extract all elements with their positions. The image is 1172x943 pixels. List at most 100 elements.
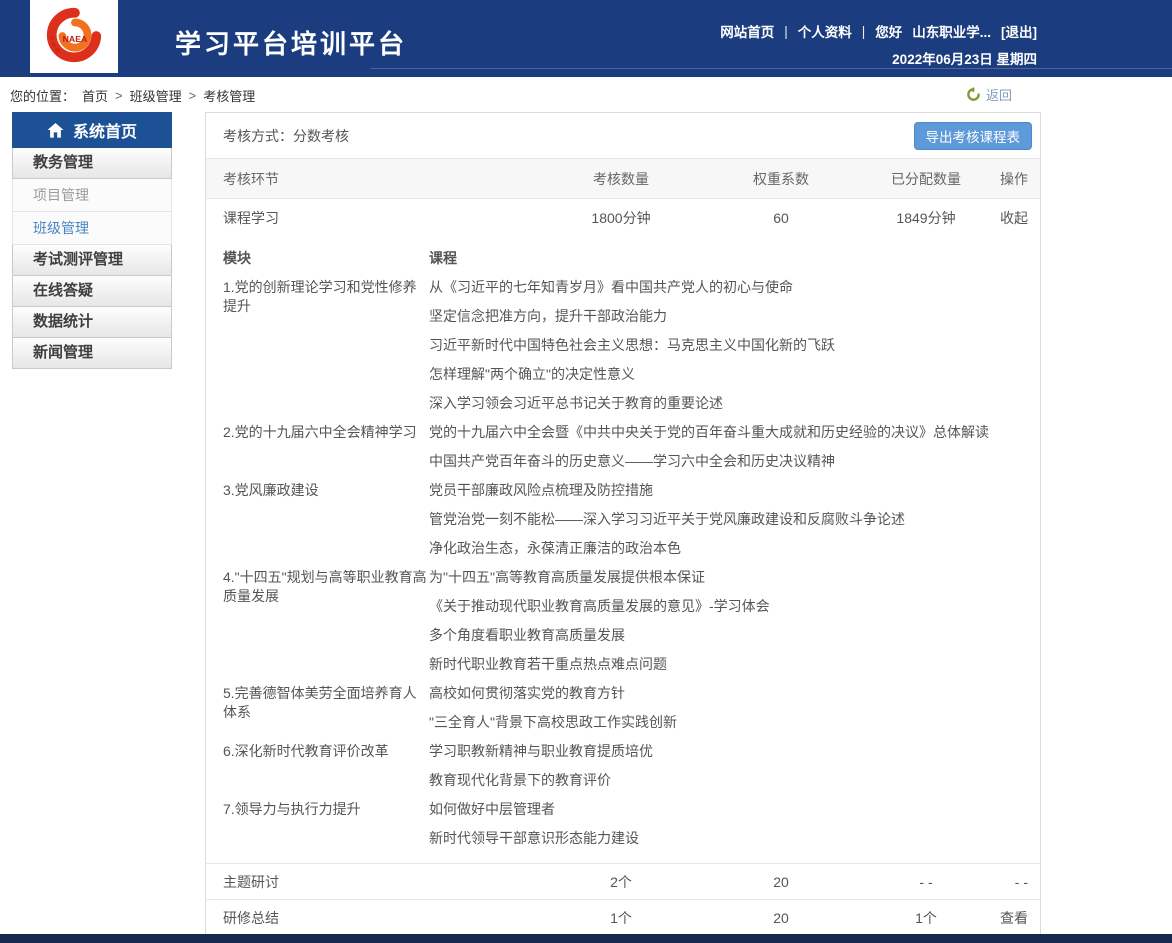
logo-swirl-icon: NAEA: [41, 6, 107, 68]
table-row-主题研讨: 主题研讨2个20- -- -: [206, 863, 1040, 899]
column-header-5: 操作: [996, 169, 1040, 189]
row-quantity: 1800分钟: [536, 208, 706, 228]
course-study-row: 课程学习 1800分钟 60 1849分钟 收起: [206, 199, 1040, 237]
header-nav: 网站首页|个人资料|您好山东职业学...[退出]: [720, 21, 1037, 41]
module-name: 2.党的十九届六中全会精神学习: [206, 418, 429, 476]
course-list: 从《习近平的七年知青岁月》看中国共产党人的初心与使命坚定信念把准方向，提升干部政…: [429, 273, 1040, 418]
row-name: 课程学习: [206, 208, 536, 228]
back-arrow-icon: [966, 87, 981, 102]
sidebar-item-banji-guanli[interactable]: 班级管理: [12, 212, 172, 245]
main-panel: 考核方式： 分数考核 导出考核课程表 考核环节考核数量权重系数已分配数量操作 课…: [205, 112, 1041, 936]
module-row-3: 3.党风廉政建设党员干部廉政风险点梳理及防控措施管党治党一刻不能松——深入学习习…: [206, 476, 1040, 563]
course-item: 新时代职业教育若干重点热点难点问题: [429, 650, 1040, 679]
logout-link[interactable]: [退出]: [1001, 21, 1037, 41]
row-name: 研修总结: [206, 908, 536, 928]
course-list: 为"十四五"高等教育高质量发展提供根本保证《关于推动现代职业教育高质量发展的意见…: [429, 563, 1040, 679]
course-item: 怎样理解"两个确立"的决定性意义: [429, 360, 1040, 389]
course-item: 教育现代化背景下的教育评价: [429, 766, 1040, 795]
footer-bar: [0, 934, 1172, 943]
sidebar-item-jiaowu-guanli[interactable]: 教务管理: [12, 148, 172, 179]
course-list: 党的十九届六中全会暨《中共中央关于党的百年奋斗重大成就和历史经验的决议》总体解读…: [429, 418, 1040, 476]
course-list: 如何做好中层管理者新时代领导干部意识形态能力建设: [429, 795, 1040, 853]
course-item: 管党治党一刻不能松——深入学习习近平关于党风廉政建设和反腐败斗争论述: [429, 505, 1040, 534]
course-item: 学习职教新精神与职业教育提质培优: [429, 737, 1040, 766]
greeting-text: 您好: [875, 21, 902, 41]
module-row-6: 6.深化新时代教育评价改革学习职教新精神与职业教育提质培优教育现代化背景下的教育…: [206, 737, 1040, 795]
breadcrumb-label: 您的位置：: [10, 86, 75, 105]
back-label: 返回: [986, 85, 1012, 104]
sidebar-item-xiangmu-guanli[interactable]: 项目管理: [12, 179, 172, 212]
home-icon: [47, 123, 64, 138]
course-item: 坚定信念把准方向，提升干部政治能力: [429, 302, 1040, 331]
row-assigned: 1个: [856, 908, 996, 928]
module-row-1: 1.党的创新理论学习和党性修养提升从《习近平的七年知青岁月》看中国共产党人的初心…: [206, 273, 1040, 418]
assess-mode-value: 分数考核: [293, 126, 349, 146]
course-list: 学习职教新精神与职业教育提质培优教育现代化背景下的教育评价: [429, 737, 1040, 795]
module-name: 1.党的创新理论学习和党性修养提升: [206, 273, 429, 418]
module-name: 5.完善德智体美劳全面培养育人体系: [206, 679, 429, 737]
header-top-nav: 网站首页|个人资料|您好山东职业学...[退出] 2022年06月23日 星期四: [720, 21, 1037, 68]
course-item: 多个角度看职业教育高质量发展: [429, 621, 1040, 650]
course-item: 中国共产党百年奋斗的历史意义——学习六中全会和历史决议精神: [429, 447, 1040, 476]
detail-header-row: 模块 课程: [206, 244, 1040, 273]
row-assigned: - -: [856, 874, 996, 890]
row-quantity: 1个: [536, 908, 706, 928]
course-item: 深入学习领会习近平总书记关于教育的重要论述: [429, 389, 1040, 418]
app-header: NAEA 学习平台培训平台 网站首页|个人资料|您好山东职业学...[退出] 2…: [0, 0, 1172, 77]
breadcrumb-separator: >: [189, 88, 197, 103]
module-rows: 1.党的创新理论学习和党性修养提升从《习近平的七年知青岁月》看中国共产党人的初心…: [206, 273, 1040, 853]
breadcrumb-item-3[interactable]: 考核管理: [203, 86, 255, 105]
row-name: 主题研讨: [206, 872, 536, 892]
course-list: 高校如何贯彻落实党的教育方针"三全育人"背景下高校思政工作实践创新: [429, 679, 1040, 737]
module-row-2: 2.党的十九届六中全会精神学习党的十九届六中全会暨《中共中央关于党的百年奋斗重大…: [206, 418, 1040, 476]
row-action[interactable]: 查看: [996, 908, 1040, 928]
course-item: 新时代领导干部意识形态能力建设: [429, 824, 1040, 853]
course-item: 为"十四五"高等教育高质量发展提供根本保证: [429, 563, 1040, 592]
module-name: 4."十四五"规划与高等职业教育高质量发展: [206, 563, 429, 679]
nav-link-1[interactable]: 网站首页: [720, 21, 774, 41]
breadcrumb-items: 首页 > 班级管理 > 考核管理: [82, 86, 255, 105]
sidebar-item-zaixian-dayi[interactable]: 在线答疑: [12, 276, 172, 307]
row-assigned: 1849分钟: [856, 208, 996, 228]
sidebar-item-kaoshi-ceping-guanli[interactable]: 考试测评管理: [12, 245, 172, 276]
course-item: 党员干部廉政风险点梳理及防控措施: [429, 476, 1040, 505]
course-item: 党的十九届六中全会暨《中共中央关于党的百年奋斗重大成就和历史经验的决议》总体解读: [429, 418, 1040, 447]
sidebar-home-label: 系统首页: [73, 118, 137, 142]
breadcrumb-item-2[interactable]: 班级管理: [130, 86, 182, 105]
course-item: 从《习近平的七年知青岁月》看中国共产党人的初心与使命: [429, 273, 1040, 302]
course-item: 《关于推动现代职业教育高质量发展的意见》-学习体会: [429, 592, 1040, 621]
course-item: 习近平新时代中国特色社会主义思想：马克思主义中国化新的飞跃: [429, 331, 1040, 360]
sidebar-item-shuju-tongji[interactable]: 数据统计: [12, 307, 172, 338]
breadcrumb-item-1[interactable]: 首页: [82, 86, 108, 105]
column-header-1: 考核环节: [206, 169, 536, 189]
sidebar-item-home[interactable]: 系统首页: [12, 112, 172, 148]
row-weight: 20: [706, 874, 856, 890]
breadcrumb-separator: >: [115, 88, 123, 103]
column-header-2: 考核数量: [536, 169, 706, 189]
table-row-研修总结: 研修总结1个201个查看: [206, 899, 1040, 935]
module-name: 7.领导力与执行力提升: [206, 795, 429, 853]
course-item: 如何做好中层管理者: [429, 795, 1040, 824]
course-item: 净化政治生态，永葆清正廉洁的政治本色: [429, 534, 1040, 563]
export-schedule-button[interactable]: 导出考核课程表: [914, 122, 1033, 150]
back-link[interactable]: 返回: [966, 85, 1012, 104]
module-name: 3.党风廉政建设: [206, 476, 429, 563]
module-row-4: 4."十四五"规划与高等职业教育高质量发展为"十四五"高等教育高质量发展提供根本…: [206, 563, 1040, 679]
course-detail-section: 模块 课程 1.党的创新理论学习和党性修养提升从《习近平的七年知青岁月》看中国共…: [206, 237, 1040, 863]
course-column-header: 课程: [429, 244, 1040, 273]
assess-mode-label: 考核方式：: [223, 126, 293, 146]
logo-text: NAEA: [63, 33, 88, 43]
module-row-5: 5.完善德智体美劳全面培养育人体系高校如何贯彻落实党的教育方针"三全育人"背景下…: [206, 679, 1040, 737]
nav-link-2[interactable]: 个人资料: [798, 21, 852, 41]
nav-separator: |: [784, 24, 788, 39]
course-item: "三全育人"背景下高校思政工作实践创新: [429, 708, 1040, 737]
header-date: 2022年06月23日 星期四: [720, 48, 1037, 68]
sidebar-item-xinwen-guanli[interactable]: 新闻管理: [12, 338, 172, 369]
column-header-4: 已分配数量: [856, 169, 996, 189]
course-item: 高校如何贯彻落实党的教育方针: [429, 679, 1040, 708]
app-title: 学习平台培训平台: [175, 24, 407, 61]
column-header-3: 权重系数: [706, 169, 856, 189]
collapse-link[interactable]: 收起: [996, 208, 1040, 228]
app-logo: NAEA: [30, 0, 118, 73]
row-quantity: 2个: [536, 872, 706, 892]
